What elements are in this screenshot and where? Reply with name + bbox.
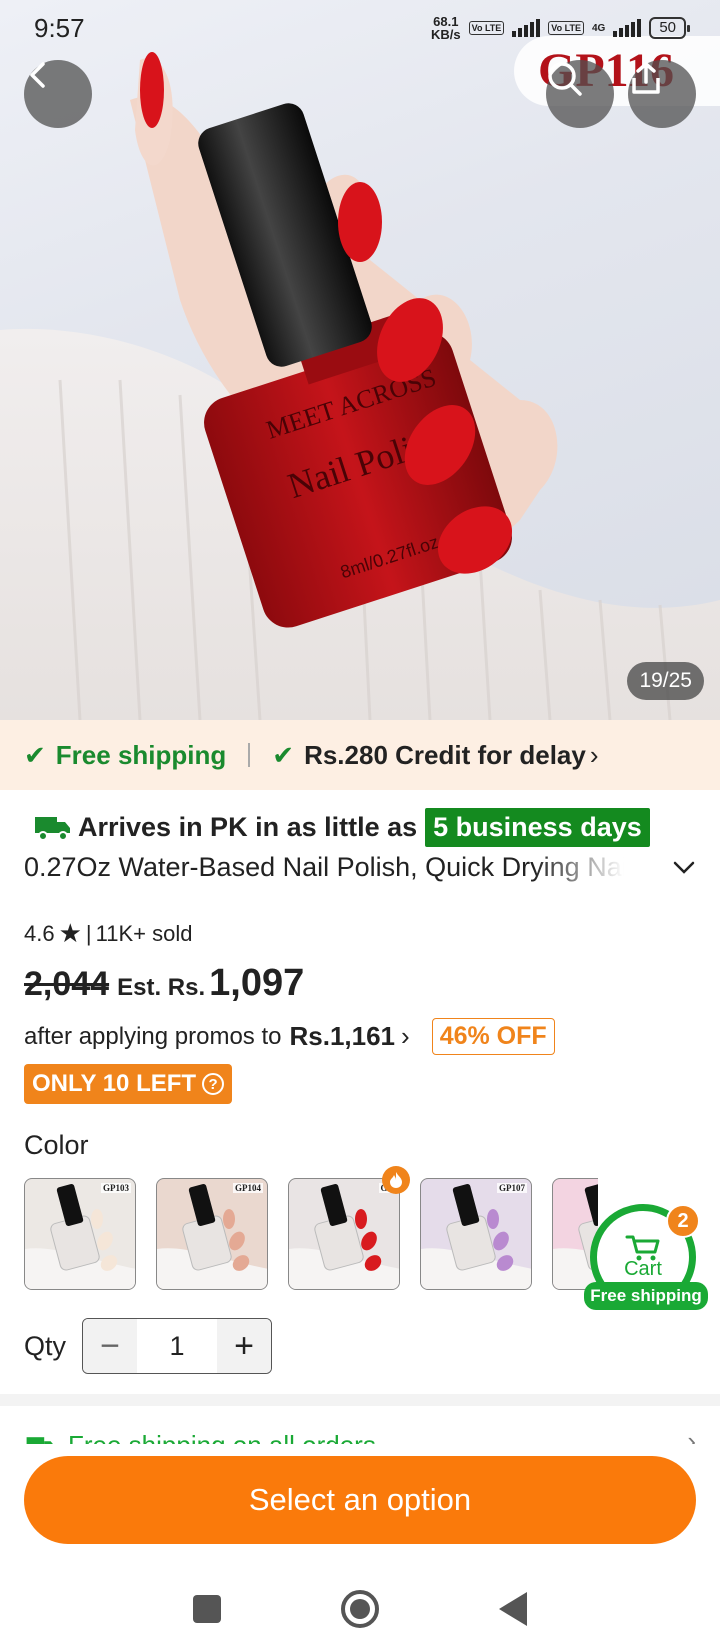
product-image-gallery[interactable]: MEET ACROSS Nail Polish 8ml/0.27fl.oz 9:… xyxy=(0,0,720,720)
check-icon: ✔ xyxy=(272,739,295,770)
quantity-label: Qty xyxy=(24,1330,67,1361)
promo-price: Rs.1,161 xyxy=(289,1021,396,1051)
color-swatch-list[interactable]: GP103 GP104 GP GP107 xyxy=(24,1178,598,1292)
swatch-thumbnail xyxy=(289,1184,399,1289)
swatch-thumbnail xyxy=(421,1184,531,1289)
promo-row[interactable]: after applying promos to Rs.1,161 › 46% … xyxy=(24,1018,555,1055)
swatch-code: GP103 xyxy=(101,1183,131,1193)
quantity-value[interactable]: 1 xyxy=(137,1319,217,1373)
home-icon[interactable] xyxy=(341,1590,379,1628)
arrival-days-badge: 5 business days xyxy=(425,808,650,847)
arrival-text: Arrives in PK in as little as xyxy=(78,812,418,842)
check-icon: ✔ xyxy=(24,739,46,770)
quantity-row: Qty − 1 + xyxy=(24,1318,273,1374)
battery-icon: 50 xyxy=(649,17,690,39)
stock-text: ONLY 10 LEFT xyxy=(32,1070,197,1097)
delay-credit[interactable]: ✔ Rs.280 Credit for delay › xyxy=(272,740,598,771)
shipping-benefits-strip[interactable]: ✔ Free shipping ✔ Rs.280 Credit for dela… xyxy=(0,720,720,790)
delivery-truck-icon xyxy=(35,816,70,841)
color-swatch[interactable]: GP xyxy=(288,1178,400,1290)
section-divider xyxy=(0,1394,720,1406)
recents-icon[interactable] xyxy=(193,1595,221,1623)
speed-unit: KB/s xyxy=(431,27,461,42)
stock-warning-badge[interactable]: ONLY 10 LEFT ? xyxy=(24,1064,233,1104)
back-icon[interactable] xyxy=(499,1592,527,1626)
cart-count-badge: 2 xyxy=(666,1204,700,1238)
swatch-code: GP104 xyxy=(233,1183,263,1193)
star-icon: ★ xyxy=(58,918,82,948)
network-type: 4G xyxy=(591,22,606,34)
decrease-button[interactable]: − xyxy=(83,1319,138,1373)
swatch-code: GP107 xyxy=(497,1183,527,1193)
swatch-thumbnail xyxy=(25,1184,135,1289)
price-row: 2,044 Est. Rs. 1,097 xyxy=(24,962,304,1005)
chevron-right-icon: › xyxy=(589,739,599,770)
floating-cart[interactable]: Cart 2 Free shipping xyxy=(584,1204,708,1310)
system-nav-bar xyxy=(0,1568,720,1650)
product-title-row[interactable]: 0.27Oz Water-Based Nail Polish, Quick Dr… xyxy=(24,852,696,883)
original-price: 2,044 xyxy=(24,965,110,1003)
share-icon xyxy=(632,62,660,94)
discount-badge: 46% OFF xyxy=(431,1018,555,1055)
image-counter: 19/25 xyxy=(627,662,704,700)
current-price: 1,097 xyxy=(209,962,305,1004)
volte-icon-2: Vo LTE xyxy=(548,21,584,35)
arrival-estimate: Arrives in PK in as little as 5 business… xyxy=(34,808,650,847)
delay-credit-label: Rs.280 Credit for delay xyxy=(304,739,586,770)
flame-icon xyxy=(382,1166,410,1194)
rating-row[interactable]: 4.6 ★ | 11K+ sold xyxy=(24,918,192,949)
swatch-thumbnail xyxy=(157,1184,267,1289)
chevron-left-icon xyxy=(30,62,45,88)
quantity-stepper[interactable]: − 1 + xyxy=(82,1318,273,1374)
network-speed: 68.1 KB/s xyxy=(431,15,461,41)
help-icon: ? xyxy=(202,1073,225,1095)
color-swatch[interactable]: GP107 xyxy=(420,1178,532,1290)
status-bar: 9:57 68.1 KB/s Vo LTE Vo LTE 4G 50 xyxy=(0,0,720,56)
cart-label: Cart xyxy=(624,1257,662,1280)
product-photo: MEET ACROSS Nail Polish 8ml/0.27fl.oz xyxy=(0,52,720,720)
color-label: Color xyxy=(24,1130,89,1160)
estimated-label: Est. Rs. xyxy=(117,974,206,1001)
back-button[interactable] xyxy=(24,60,92,128)
promo-text: after applying promos to xyxy=(24,1022,282,1050)
free-shipping-label: Free shipping xyxy=(55,739,227,770)
rating-value: 4.6 xyxy=(24,920,55,946)
product-title: 0.27Oz Water-Based Nail Polish, Quick Dr… xyxy=(24,852,624,882)
color-swatch[interactable]: GP103 xyxy=(24,1178,136,1290)
select-option-button[interactable]: Select an option xyxy=(24,1456,696,1544)
increase-button[interactable]: + xyxy=(217,1319,272,1373)
share-button[interactable] xyxy=(628,60,696,128)
chevron-right-icon: › xyxy=(401,1021,410,1051)
color-swatch[interactable]: GP104 xyxy=(156,1178,268,1290)
search-button[interactable] xyxy=(546,60,614,128)
sold-count: 11K+ sold xyxy=(95,920,193,946)
clock: 9:57 xyxy=(34,12,85,43)
bottom-action-bar: Select an option xyxy=(0,1444,720,1568)
volte-icon: Vo LTE xyxy=(468,21,505,35)
search-icon xyxy=(548,62,582,96)
chevron-down-icon[interactable] xyxy=(672,860,696,876)
separator: | xyxy=(85,920,92,946)
signal-icon xyxy=(512,19,541,37)
cart-free-shipping-badge: Free shipping xyxy=(584,1282,708,1310)
signal-icon-2 xyxy=(613,19,642,37)
divider xyxy=(248,743,251,767)
